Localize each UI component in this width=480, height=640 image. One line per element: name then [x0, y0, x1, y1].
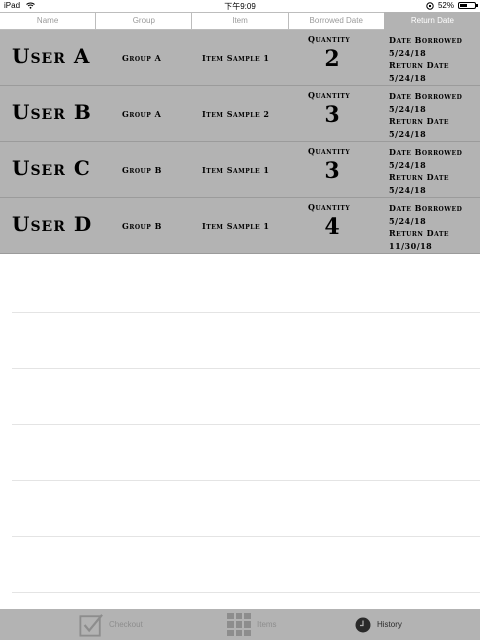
- user-name: User C: [12, 156, 91, 180]
- status-right: 52%: [426, 1, 478, 10]
- table-row[interactable]: User A Group A Item Sample 1 Quantity 2 …: [0, 30, 480, 86]
- empty-row-divider: [12, 424, 480, 425]
- quantity-label: Quantity: [308, 90, 351, 100]
- tab-checkout-label: Checkout: [109, 620, 143, 629]
- return-date-label: Return Date: [389, 228, 449, 239]
- empty-row-divider: [12, 592, 480, 593]
- user-name: User A: [12, 44, 91, 68]
- date-borrowed-label: Date Borrowed: [389, 147, 463, 157]
- return-date-label: Return Date: [389, 116, 449, 127]
- quantity-value: 3: [324, 102, 340, 128]
- empty-row-divider: [12, 536, 480, 537]
- return-date-value: 5/24/18: [389, 72, 427, 83]
- orientation-lock-icon: [426, 1, 434, 10]
- quantity-value: 3: [324, 158, 340, 184]
- tab-checkout[interactable]: Checkout: [79, 609, 143, 640]
- date-borrowed-label: Date Borrowed: [389, 35, 463, 45]
- empty-row-divider: [12, 312, 480, 313]
- tab-history[interactable]: History: [355, 609, 402, 640]
- quantity-value: 4: [324, 214, 340, 240]
- item-name: Item Sample 1: [202, 53, 270, 63]
- quantity-label: Quantity: [308, 146, 351, 156]
- checkbox-icon: [79, 613, 103, 637]
- table-row[interactable]: User D Group B Item Sample 1 Quantity 4 …: [0, 198, 480, 254]
- return-date-label: Return Date: [389, 172, 449, 183]
- tab-borrowed-date[interactable]: Borrowed Date: [287, 12, 384, 30]
- tab-history-label: History: [377, 620, 402, 629]
- item-name: Item Sample 1: [202, 165, 270, 175]
- date-borrowed-value: 5/24/18: [389, 47, 427, 58]
- return-date-value: 11/30/18: [389, 240, 433, 251]
- group-name: Group B: [122, 221, 162, 231]
- tab-item[interactable]: Item: [191, 12, 288, 30]
- date-borrowed-value: 5/24/18: [389, 103, 427, 114]
- item-name: Item Sample 2: [202, 109, 270, 119]
- tab-name[interactable]: Name: [0, 12, 96, 30]
- quantity-label: Quantity: [308, 202, 351, 212]
- dates-block: Date Borrowed 5/24/18 Return Date 5/24/1…: [389, 34, 462, 84]
- dates-block: Date Borrowed 5/24/18 Return Date 5/24/1…: [389, 90, 462, 140]
- table-row[interactable]: User B Group A Item Sample 2 Quantity 3 …: [0, 86, 480, 142]
- bottom-tab-bar: Checkout Items History: [0, 609, 480, 640]
- quantity-value: 2: [324, 46, 340, 72]
- date-borrowed-value: 5/24/18: [389, 159, 427, 170]
- status-bar: iPad 下午9:09 52%: [0, 0, 480, 12]
- clock-icon: [355, 617, 371, 632]
- empty-row-divider: [12, 368, 480, 369]
- sort-tabs: Name Group Item Borrowed Date Return Dat…: [0, 12, 480, 30]
- item-name: Item Sample 1: [202, 221, 270, 231]
- battery-level: [460, 4, 468, 7]
- empty-row-divider: [12, 480, 480, 481]
- tab-items[interactable]: Items: [227, 609, 277, 640]
- grid-icon: [227, 612, 251, 637]
- battery-icon: [458, 2, 478, 9]
- status-time: 下午9:09: [224, 2, 256, 11]
- tab-return-date[interactable]: Return Date: [383, 12, 480, 30]
- quantity-label: Quantity: [308, 34, 351, 44]
- dates-block: Date Borrowed 5/24/18 Return Date 11/30/…: [389, 202, 462, 252]
- group-name: Group B: [122, 165, 162, 175]
- table-row[interactable]: User C Group B Item Sample 1 Quantity 3 …: [0, 142, 480, 198]
- group-name: Group A: [122, 53, 162, 63]
- user-name: User B: [12, 100, 92, 124]
- tab-group[interactable]: Group: [95, 12, 192, 30]
- date-borrowed-value: 5/24/18: [389, 215, 427, 226]
- history-list: User A Group A Item Sample 1 Quantity 2 …: [0, 30, 480, 254]
- return-date-value: 5/24/18: [389, 184, 427, 195]
- return-date-label: Return Date: [389, 60, 449, 71]
- dates-block: Date Borrowed 5/24/18 Return Date 5/24/1…: [389, 146, 462, 196]
- user-name: User D: [12, 212, 93, 236]
- date-borrowed-label: Date Borrowed: [389, 203, 463, 213]
- battery-percent: 52%: [437, 1, 454, 10]
- return-date-value: 5/24/18: [389, 128, 427, 139]
- group-name: Group A: [122, 109, 162, 119]
- tab-items-label: Items: [257, 620, 277, 629]
- date-borrowed-label: Date Borrowed: [389, 91, 463, 101]
